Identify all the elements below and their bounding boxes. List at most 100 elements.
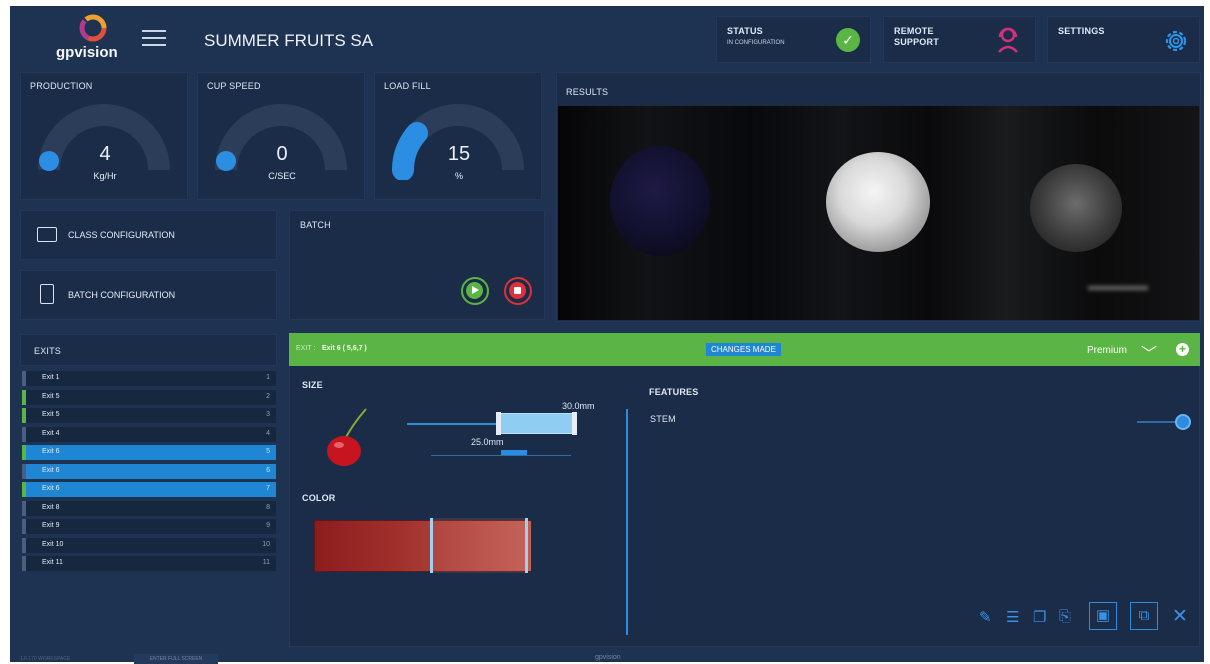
exit-list-item[interactable]: Exit 10 10 [22, 537, 276, 553]
exit-list-item[interactable]: Exit 5 2 [22, 389, 276, 405]
stop-button[interactable] [504, 277, 532, 305]
exit-list-item[interactable]: Exit 6 6 [22, 463, 276, 479]
save-icon[interactable]: ▣ [1089, 602, 1117, 630]
gear-icon [1165, 30, 1187, 52]
features-label: FEATURES [649, 387, 699, 397]
logo: gpvision [56, 14, 126, 62]
exit-list-item[interactable]: Exit 9 9 [22, 519, 276, 534]
exits-label: EXITS [34, 346, 62, 356]
fruit-image-blue [610, 146, 710, 256]
paste-icon[interactable]: ⎘ [1059, 608, 1071, 625]
panel-divider [626, 409, 628, 635]
cup-speed-label: CUP SPEED [207, 81, 261, 91]
batch-configuration-label: BATCH CONFIGURATION [68, 290, 176, 300]
stem-slider-track [1137, 421, 1182, 423]
size-track [407, 423, 503, 425]
cup-speed-gauge [215, 104, 347, 171]
image-glare [1088, 286, 1148, 290]
edit-icon[interactable]: ✎ [979, 608, 992, 626]
exit-prefix: EXIT : [296, 345, 316, 352]
exit-number: 7 [266, 485, 270, 492]
color-range-slider[interactable] [314, 518, 532, 574]
class-configuration-button[interactable]: CLASS CONFIGURATION [20, 210, 277, 260]
settings-label: SETTINGS [1058, 26, 1105, 36]
exit-status-marker [22, 537, 26, 553]
exit-list-item[interactable]: Exit 8 8 [22, 500, 276, 516]
enter-full-screen-button[interactable]: ENTER FULL SCREEN [134, 654, 218, 664]
stem-slider[interactable] [1137, 416, 1189, 428]
size-handle-max[interactable] [572, 412, 577, 435]
exit-name: Exit 1 [42, 374, 60, 381]
exit-number: 1 [266, 374, 270, 381]
exit-status-marker [22, 389, 26, 405]
load-fill-gauge [391, 104, 524, 180]
status-value: IN CONFIGURATION [727, 40, 785, 46]
copy-icon[interactable]: ❐ [1033, 608, 1046, 626]
play-icon [466, 282, 483, 299]
exit-list-item[interactable]: Exit 6 5 [22, 445, 276, 460]
stem-slider-knob[interactable] [1177, 416, 1189, 428]
exit-list-item[interactable]: Exit 6 7 [22, 482, 276, 497]
fruit-image-dark [1030, 164, 1122, 252]
chevron-down-icon: ﹀ [1141, 346, 1158, 363]
exit-status-marker [22, 463, 26, 479]
add-grade-button[interactable]: + [1176, 343, 1189, 356]
exit-status-marker [22, 371, 26, 386]
exit-status-marker [22, 426, 26, 442]
size-label: SIZE [302, 380, 323, 390]
exit-list-item[interactable]: Exit 11 11 [22, 556, 276, 571]
headset-support-icon [998, 27, 1018, 53]
app-window: gpvision SUMMER FRUITS SA STATUS IN CONF… [10, 6, 1204, 664]
load-fill-label: LOAD FILL [384, 81, 431, 91]
logo-text: gpvision [56, 44, 118, 61]
hamburger-menu-icon[interactable] [142, 28, 166, 46]
exit-name: Exit 9 [42, 522, 60, 529]
exit-status-marker [22, 482, 26, 497]
exit-name: Exit 8 [42, 503, 60, 511]
exit-list-item[interactable]: Exit 5 3 [22, 408, 276, 423]
status-label: STATUS [727, 26, 763, 36]
stop-icon [509, 282, 526, 299]
batch-configuration-button[interactable]: BATCH CONFIGURATION [20, 270, 277, 320]
exit-number: 5 [266, 448, 270, 455]
layout-icon[interactable]: ☰ [1006, 608, 1019, 626]
settings-button[interactable]: SETTINGS [1047, 16, 1200, 63]
exit-status-marker [22, 408, 26, 423]
color-selected-range [430, 518, 528, 573]
exit-status-marker [22, 556, 26, 571]
play-button[interactable] [461, 277, 489, 305]
size-range-slider[interactable]: 30.0mm 25.0mm [407, 401, 595, 461]
batch-label: BATCH [300, 220, 331, 230]
status-check-icon: ✓ [836, 28, 860, 52]
cup-speed-gauge-card: CUP SPEED 0 C/SEC [197, 72, 365, 200]
page-title: SUMMER FRUITS SA [204, 31, 374, 50]
exit-name: Exit 10 [42, 540, 64, 548]
size-scale-marker [501, 450, 527, 455]
grade-select[interactable]: Premium ﹀ [1087, 342, 1169, 363]
exit-name: Exit 6 [42, 448, 60, 455]
load-fill-unit: % [454, 171, 463, 181]
exit-list-item[interactable]: Exit 1 1 [22, 371, 276, 386]
exit-status-marker [22, 445, 26, 460]
production-gauge [38, 104, 170, 171]
production-label: PRODUCTION [30, 81, 93, 91]
exit-list-item[interactable]: Exit 4 4 [22, 426, 276, 442]
production-value: 4 [99, 143, 111, 165]
size-selected-range [500, 413, 573, 434]
exit-name: Exit 6 [42, 466, 60, 474]
save-all-icon[interactable]: ⧉ [1130, 602, 1158, 630]
status-panel: STATUS IN CONFIGURATION ✓ [716, 16, 871, 63]
close-icon[interactable]: ✕ [1172, 605, 1188, 628]
results-camera-image [558, 106, 1199, 320]
batch-card: BATCH [289, 210, 545, 320]
remote-support-button[interactable]: REMOTE SUPPORT [883, 16, 1036, 63]
size-handle-min[interactable] [496, 412, 501, 435]
color-label: COLOR [302, 493, 336, 503]
exit-detail-panel: EXIT : Exit 6 ( 5,6,7 ) CHANGES MADE Pre… [289, 333, 1200, 647]
load-fill-gauge-card: LOAD FILL 15 % [374, 72, 542, 200]
cup-speed-unit: C/SEC [268, 171, 296, 181]
exit-number: 8 [266, 503, 270, 511]
footer-center-text: gpvision [595, 654, 621, 661]
exit-name: Exit 6 [42, 485, 60, 492]
cup-speed-value: 0 [276, 143, 288, 165]
